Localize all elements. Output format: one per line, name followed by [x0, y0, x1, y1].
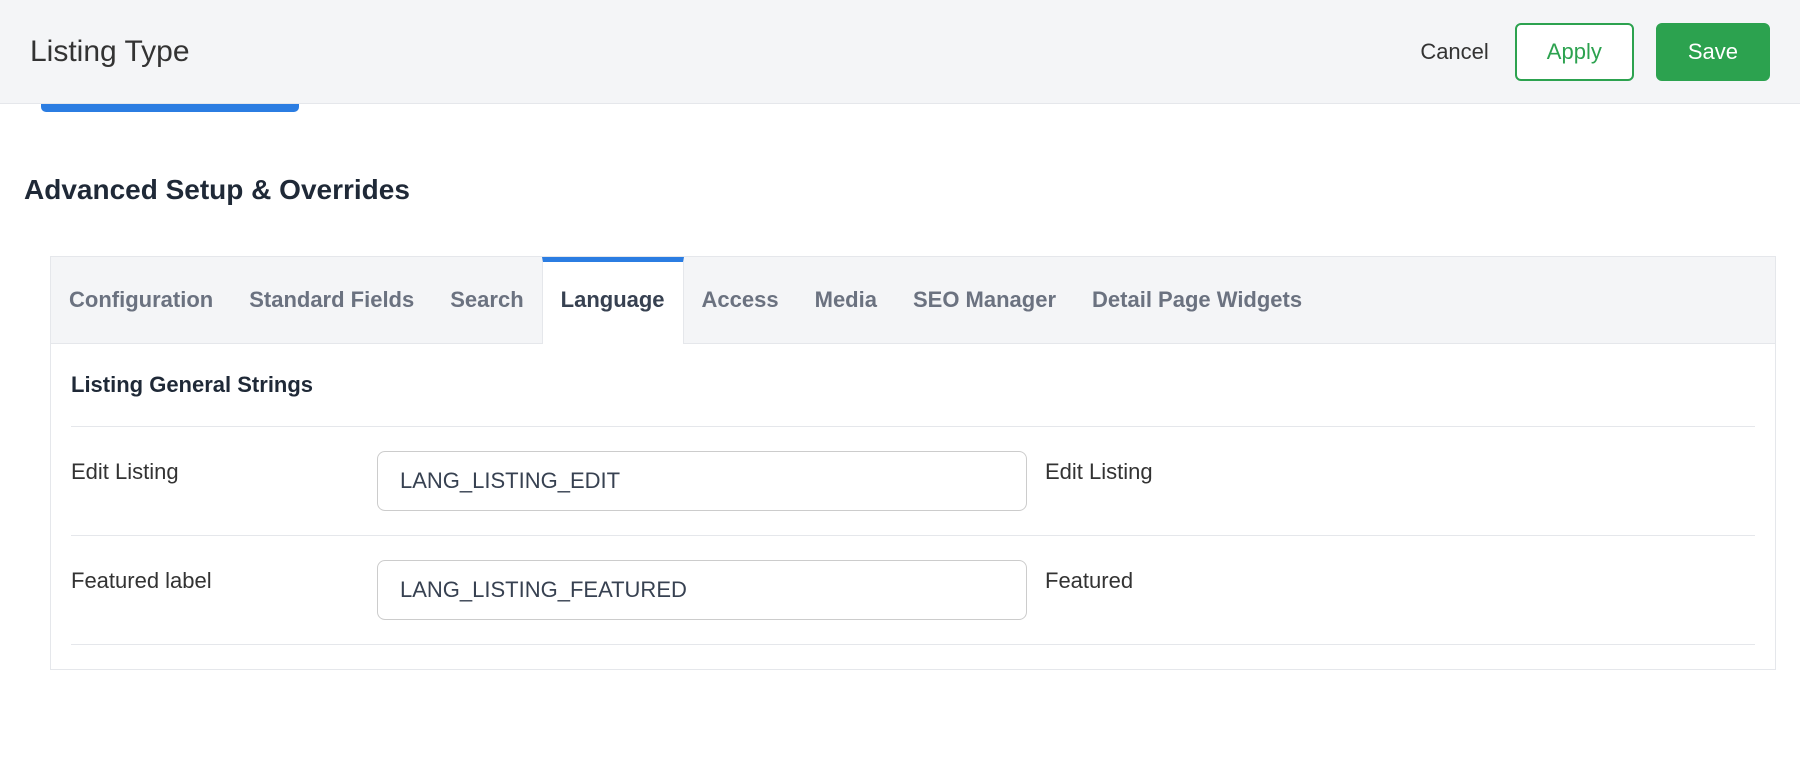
tab-language[interactable]: Language — [542, 257, 684, 344]
field-row: Featured label Featured — [71, 536, 1755, 645]
field-row: Edit Listing Edit Listing — [71, 427, 1755, 536]
tab-content: Listing General Strings Edit Listing Edi… — [51, 344, 1775, 669]
tabs-bar: Configuration Standard Fields Search Lan… — [51, 257, 1775, 344]
tab-standard-fields[interactable]: Standard Fields — [231, 257, 432, 343]
header-actions: Cancel Apply Save — [1416, 23, 1770, 81]
tab-seo-manager[interactable]: SEO Manager — [895, 257, 1074, 343]
tabs-panel: Configuration Standard Fields Search Lan… — [50, 256, 1776, 670]
page-header: Listing Type Cancel Apply Save — [0, 0, 1800, 104]
partial-element-strip — [41, 104, 299, 112]
save-button[interactable]: Save — [1656, 23, 1770, 81]
field-label: Featured label — [71, 560, 377, 594]
cancel-button[interactable]: Cancel — [1416, 31, 1492, 73]
resolved-value: Edit Listing — [1027, 451, 1153, 485]
field-label: Edit Listing — [71, 451, 377, 485]
tab-configuration[interactable]: Configuration — [51, 257, 231, 343]
page-title: Listing Type — [30, 35, 190, 69]
lang-key-input[interactable] — [377, 451, 1027, 511]
group-title: Listing General Strings — [71, 372, 1755, 427]
field-row — [71, 645, 1755, 669]
content-area: Advanced Setup & Overrides Configuration… — [0, 104, 1800, 670]
tab-media[interactable]: Media — [797, 257, 895, 343]
tab-search[interactable]: Search — [432, 257, 541, 343]
resolved-value: Featured — [1027, 560, 1133, 594]
section-title: Advanced Setup & Overrides — [24, 174, 1776, 206]
tab-access[interactable]: Access — [684, 257, 797, 343]
apply-button[interactable]: Apply — [1515, 23, 1634, 81]
tab-detail-page-widgets[interactable]: Detail Page Widgets — [1074, 257, 1320, 343]
lang-key-input[interactable] — [377, 560, 1027, 620]
